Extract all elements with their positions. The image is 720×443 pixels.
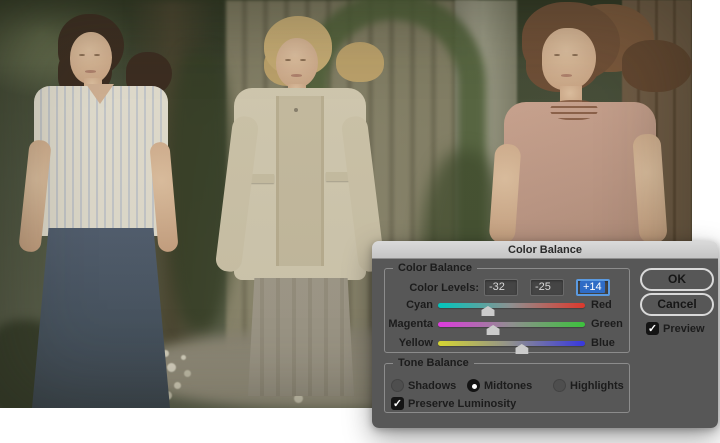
- cancel-button[interactable]: Cancel: [640, 293, 714, 316]
- yellow-blue-slider-thumb[interactable]: [515, 344, 529, 354]
- highlights-label: Highlights: [570, 379, 624, 392]
- yellow-blue-slider-track[interactable]: [438, 341, 585, 354]
- cyan-red-slider-track[interactable]: [438, 303, 585, 316]
- selected-text: +14: [580, 281, 605, 293]
- green-label: Green: [591, 318, 623, 330]
- magenta-green-slider-row: Magenta Green: [385, 317, 631, 335]
- preserve-luminosity-checkbox-row[interactable]: Preserve Luminosity: [391, 397, 516, 411]
- shadows-label: Shadows: [408, 379, 457, 392]
- preserve-luminosity-label: Preserve Luminosity: [408, 397, 517, 410]
- radio-midtones[interactable]: Midtones: [467, 379, 532, 393]
- preserve-luminosity-checkbox[interactable]: [391, 397, 404, 410]
- yellow-label: Yellow: [398, 337, 433, 349]
- color-balance-group-legend: Color Balance: [393, 262, 477, 274]
- color-level-input-3[interactable]: +14: [576, 279, 610, 296]
- highlights-radio-icon[interactable]: [553, 379, 566, 392]
- midtones-label: Midtones: [484, 379, 533, 392]
- dialog-body: Color Balance Color Levels: -32 -25 +14 …: [372, 259, 718, 428]
- magenta-label: Magenta: [388, 318, 433, 330]
- blue-label: Blue: [591, 337, 615, 349]
- preview-checkbox[interactable]: [646, 322, 659, 335]
- cyan-red-slider-row: Cyan Red: [385, 298, 631, 316]
- color-level-input-2[interactable]: -25: [530, 279, 564, 296]
- yellow-blue-slider-row: Yellow Blue: [385, 336, 631, 354]
- color-balance-group: Color Balance Color Levels: -32 -25 +14 …: [384, 262, 631, 354]
- cyan-red-slider-thumb[interactable]: [481, 306, 495, 316]
- shadows-radio-icon[interactable]: [391, 379, 404, 392]
- red-label: Red: [591, 299, 612, 311]
- tone-balance-group-legend: Tone Balance: [393, 357, 474, 369]
- magenta-green-slider-track[interactable]: [438, 322, 585, 335]
- ok-button[interactable]: OK: [640, 268, 714, 291]
- radio-highlights[interactable]: Highlights: [553, 379, 624, 393]
- dialog-titlebar[interactable]: Color Balance: [372, 241, 718, 259]
- color-balance-dialog: Color Balance Color Balance Color Levels…: [372, 241, 718, 428]
- screenshot-stage: Color Balance Color Balance Color Levels…: [0, 0, 720, 443]
- cyan-label: Cyan: [406, 299, 433, 311]
- color-level-input-1[interactable]: -32: [484, 279, 518, 296]
- midtones-radio-icon[interactable]: [467, 379, 480, 392]
- dialog-title: Color Balance: [508, 244, 582, 256]
- color-levels-label: Color Levels:: [409, 282, 479, 294]
- preview-checkbox-row[interactable]: Preview: [646, 322, 716, 336]
- tone-balance-group: Tone Balance Shadows Midtones Highlights…: [384, 357, 630, 413]
- radio-shadows[interactable]: Shadows: [391, 379, 456, 393]
- magenta-green-slider-thumb[interactable]: [486, 325, 500, 335]
- preview-label: Preview: [663, 322, 705, 335]
